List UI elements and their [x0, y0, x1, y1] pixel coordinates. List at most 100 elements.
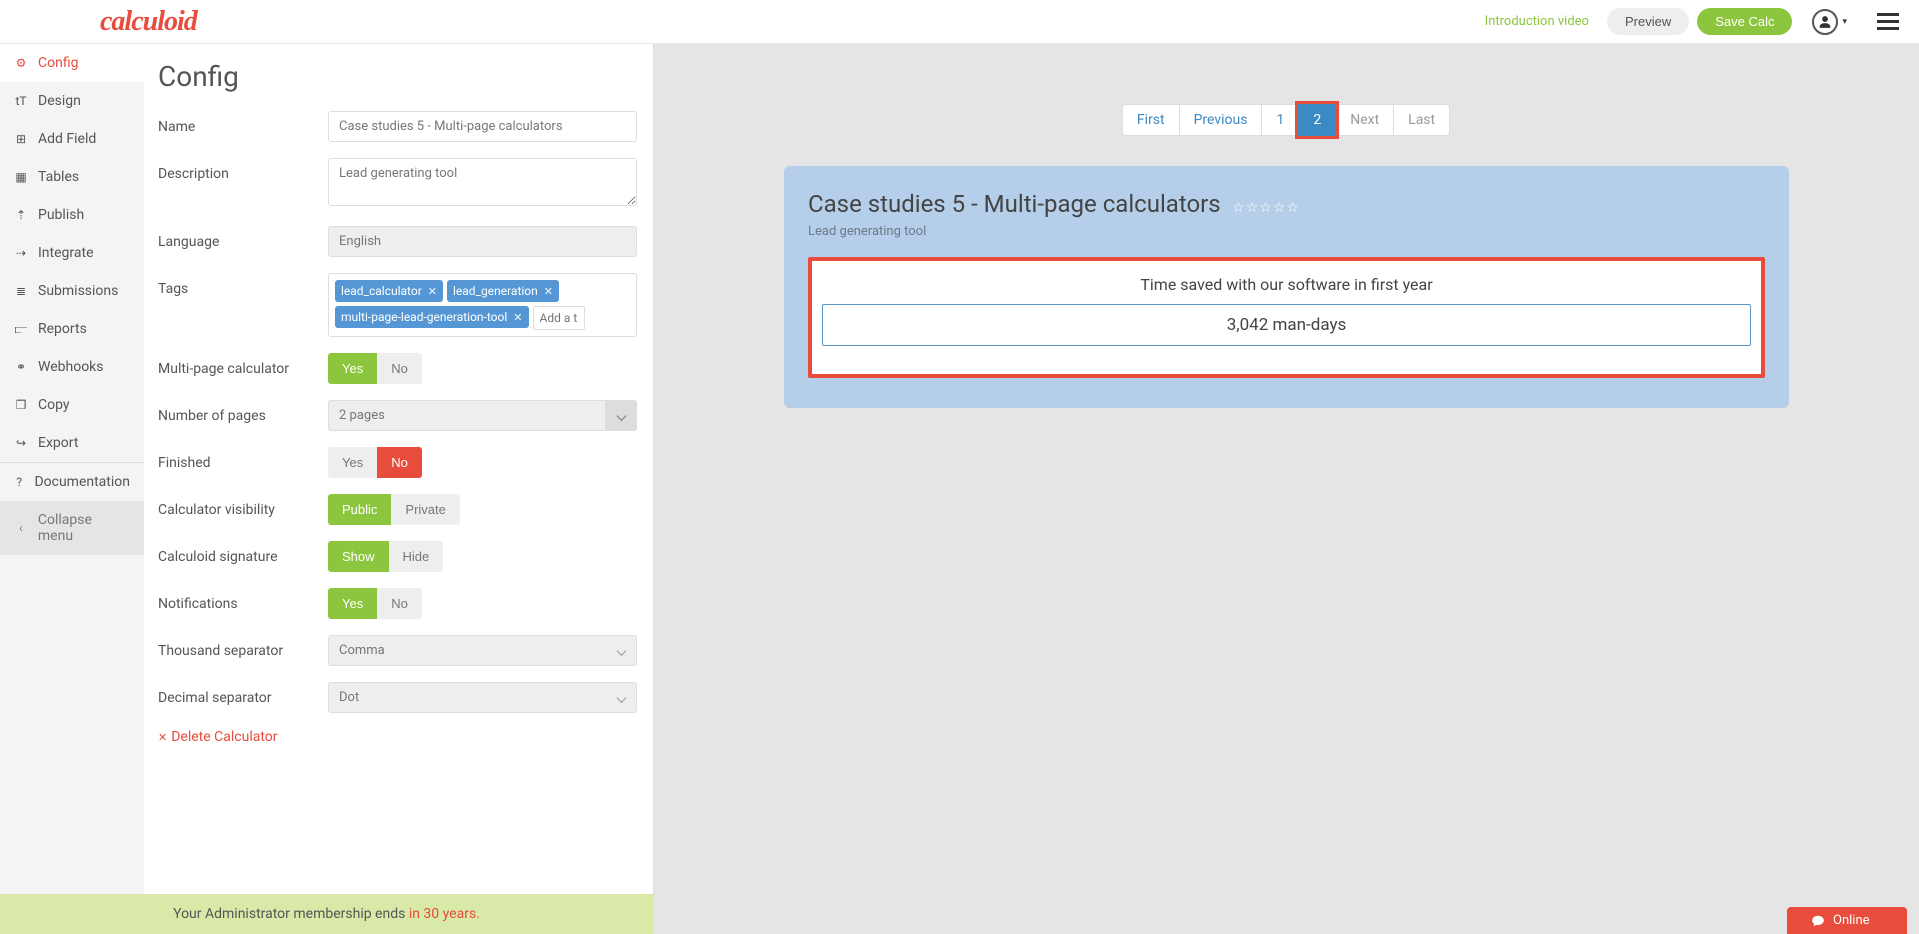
sidebar-item-label: Reports — [38, 321, 87, 337]
sidebar: ⚙ Config tT Design ⊞ Add Field ▦ Tables … — [0, 44, 144, 934]
preview-button[interactable]: Preview — [1607, 8, 1689, 35]
pages-label: Number of pages — [158, 400, 328, 424]
sidebar-item-copy[interactable]: ❐ Copy — [0, 386, 144, 424]
decimal-select[interactable] — [328, 682, 637, 713]
delete-calculator-link[interactable]: Delete Calculator — [158, 729, 637, 745]
thousand-label: Thousand separator — [158, 635, 328, 659]
tag-chip[interactable]: lead_calculator✕ — [335, 280, 443, 302]
tag-remove-icon[interactable]: ✕ — [544, 285, 553, 298]
tags-input[interactable]: lead_calculator✕ lead_generation✕ multi-… — [328, 273, 637, 337]
sidebar-item-collapse[interactable]: ‹ Collapse menu — [0, 501, 144, 555]
star-icon: ☆ — [1286, 200, 1299, 216]
sidebar-item-label: Publish — [38, 207, 84, 223]
preview-subtitle: Lead generating tool — [808, 224, 1765, 239]
user-menu-caret[interactable]: ▾ — [1842, 17, 1847, 27]
language-label: Language — [158, 226, 328, 250]
sidebar-item-documentation[interactable]: ? Documentation — [0, 462, 144, 501]
sidebar-item-label: Copy — [38, 397, 70, 413]
submissions-icon: ≣ — [14, 284, 28, 298]
sidebar-item-webhooks[interactable]: ⚭ Webhooks — [0, 348, 144, 386]
sidebar-item-config[interactable]: ⚙ Config — [0, 44, 144, 82]
visibility-public-button[interactable]: Public — [328, 494, 391, 525]
description-input[interactable]: Lead generating tool — [328, 158, 637, 206]
pager-last[interactable]: Last — [1393, 104, 1450, 136]
tag-add-input[interactable] — [533, 306, 585, 330]
sidebar-item-publish[interactable]: ⇡ Publish — [0, 196, 144, 234]
membership-banner: Your Administrator membership ends in 30… — [0, 894, 653, 934]
chat-widget[interactable]: Online — [1787, 907, 1907, 934]
add-field-icon: ⊞ — [14, 132, 28, 146]
star-icon: ☆ — [1273, 200, 1286, 216]
tag-chip[interactable]: lead_generation✕ — [447, 280, 559, 302]
pager-next[interactable]: Next — [1335, 104, 1394, 136]
copy-icon: ❐ — [14, 398, 28, 412]
sidebar-item-design[interactable]: tT Design — [0, 82, 144, 120]
intro-video-link[interactable]: Introduction video — [1485, 14, 1589, 29]
hamburger-menu[interactable] — [1877, 13, 1899, 30]
rating-stars[interactable]: ☆ ☆ ☆ ☆ ☆ — [1232, 200, 1299, 216]
pages-select[interactable] — [328, 400, 637, 431]
finished-yes-button[interactable]: Yes — [328, 447, 377, 478]
signature-hide-button[interactable]: Hide — [389, 541, 444, 572]
pager-previous[interactable]: Previous — [1179, 104, 1263, 136]
sidebar-item-label: Integrate — [38, 245, 94, 261]
publish-icon: ⇡ — [14, 208, 28, 222]
save-button[interactable]: Save Calc — [1697, 8, 1792, 35]
gear-icon: ⚙ — [14, 56, 28, 70]
name-input[interactable] — [328, 111, 637, 142]
sidebar-item-label: Submissions — [38, 283, 118, 299]
sidebar-item-export[interactable]: ↪ Export — [0, 424, 144, 462]
sidebar-item-tables[interactable]: ▦ Tables — [0, 158, 144, 196]
pager-page-1[interactable]: 1 — [1261, 104, 1299, 136]
pager: First Previous 1 2 Next Last — [784, 104, 1789, 136]
collapse-icon: ‹ — [14, 521, 28, 535]
star-icon: ☆ — [1259, 200, 1272, 216]
sidebar-item-integrate[interactable]: ⇢ Integrate — [0, 234, 144, 272]
multipage-yes-button[interactable]: Yes — [328, 353, 377, 384]
tag-remove-icon[interactable]: ✕ — [428, 285, 437, 298]
sidebar-item-label: Collapse menu — [38, 512, 130, 544]
thousand-select[interactable] — [328, 635, 637, 666]
tag-remove-icon[interactable]: ✕ — [513, 311, 522, 324]
signature-show-button[interactable]: Show — [328, 541, 389, 572]
pager-page-2[interactable]: 2 — [1298, 104, 1336, 136]
visibility-private-button[interactable]: Private — [391, 494, 459, 525]
preview-card: Case studies 5 - Multi-page calculators … — [784, 166, 1789, 408]
tag-chip[interactable]: multi-page-lead-generation-tool✕ — [335, 306, 529, 328]
pager-first[interactable]: First — [1122, 104, 1180, 136]
sidebar-item-submissions[interactable]: ≣ Submissions — [0, 272, 144, 310]
sidebar-item-reports[interactable]: ⫍ Reports — [0, 310, 144, 348]
multipage-no-button[interactable]: No — [377, 353, 422, 384]
notifications-no-button[interactable]: No — [377, 588, 422, 619]
result-highlight-box: Time saved with our software in first ye… — [808, 257, 1765, 378]
notifications-label: Notifications — [158, 588, 328, 612]
result-heading: Time saved with our software in first ye… — [822, 275, 1751, 294]
logo[interactable]: calculoid — [100, 6, 197, 38]
multipage-label: Multi-page calculator — [158, 353, 328, 377]
user-icon — [1818, 15, 1832, 29]
chat-icon — [1811, 914, 1825, 928]
page-title: Config — [158, 60, 637, 93]
user-menu-button[interactable] — [1812, 9, 1838, 35]
description-label: Description — [158, 158, 328, 182]
decimal-label: Decimal separator — [158, 682, 328, 706]
language-select[interactable] — [328, 226, 637, 257]
signature-label: Calculoid signature — [158, 541, 328, 565]
sidebar-item-label: Webhooks — [38, 359, 104, 375]
sidebar-item-label: Tables — [38, 169, 79, 185]
sidebar-item-add-field[interactable]: ⊞ Add Field — [0, 120, 144, 158]
design-icon: tT — [14, 94, 28, 108]
sidebar-item-label: Add Field — [38, 131, 96, 147]
name-label: Name — [158, 111, 328, 135]
finished-no-button[interactable]: No — [377, 447, 422, 478]
webhooks-icon: ⚭ — [14, 360, 28, 374]
finished-label: Finished — [158, 447, 328, 471]
notifications-yes-button[interactable]: Yes — [328, 588, 377, 619]
star-icon: ☆ — [1232, 200, 1245, 216]
reports-icon: ⫍ — [14, 322, 28, 337]
sidebar-item-label: Config — [38, 55, 78, 71]
help-icon: ? — [14, 475, 24, 489]
result-value: 3,042 man-days — [822, 304, 1751, 346]
integrate-icon: ⇢ — [14, 246, 28, 260]
sidebar-item-label: Design — [38, 93, 81, 109]
